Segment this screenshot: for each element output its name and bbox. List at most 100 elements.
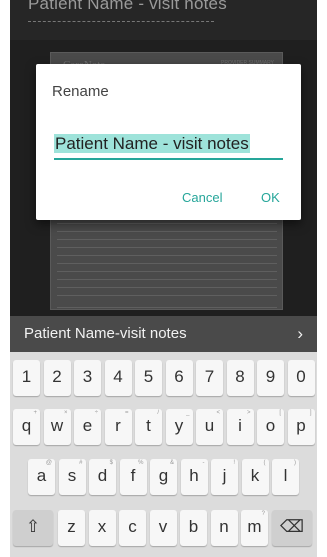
key-c[interactable]: c — [119, 510, 146, 546]
ok-button[interactable]: OK — [261, 190, 280, 205]
key-d[interactable]: d $ — [89, 459, 116, 495]
key-q[interactable]: q + — [13, 409, 40, 445]
key-7[interactable]: 7 — [196, 360, 223, 396]
document-title: Patient Name - visit notes — [28, 0, 227, 13]
key-label: b — [188, 517, 199, 536]
rename-input[interactable]: Patient Name - visit notes — [54, 134, 283, 160]
shift-key[interactable]: ⇧ — [13, 510, 53, 546]
key-label: v — [158, 517, 168, 536]
key-label: r — [115, 416, 121, 435]
key-1[interactable]: 1 — [13, 360, 40, 396]
key-e[interactable]: e ÷ — [74, 409, 101, 445]
input-selected-text: Patient Name - visit notes — [54, 134, 250, 153]
key-label: q — [21, 416, 32, 435]
key-label: a — [36, 466, 47, 485]
key-j[interactable]: j! — [211, 459, 238, 495]
key-label: d — [97, 466, 108, 485]
key-g[interactable]: g & — [150, 459, 177, 495]
key-hint: @ — [45, 460, 52, 466]
key-hint: % — [138, 460, 144, 466]
key-x[interactable]: x — [88, 510, 116, 546]
key-label: n — [219, 517, 229, 536]
key-v[interactable]: v — [149, 510, 177, 546]
key-r[interactable]: r = — [104, 409, 132, 445]
key-label: m — [247, 517, 262, 536]
key-hint: = — [124, 410, 129, 416]
key-z[interactable]: z — [58, 510, 85, 546]
key-hint: _ — [186, 410, 190, 416]
key-hint: × — [63, 410, 68, 416]
key-label: t — [146, 416, 151, 435]
suggestion-bar: Patient Name-visit notes › — [10, 316, 317, 352]
key-s[interactable]: s # — [58, 459, 86, 495]
key-label: z — [67, 517, 76, 536]
key-l[interactable]: l) — [272, 459, 299, 495]
key-label: f — [130, 466, 136, 485]
key-o[interactable]: o[ — [257, 409, 284, 445]
key-label: h — [189, 466, 199, 485]
key-hint: ] — [309, 410, 312, 416]
key-label: l — [283, 466, 288, 485]
key-label: 2 — [52, 367, 62, 386]
key-label: 8 — [235, 367, 245, 386]
key-hint: ? — [261, 511, 265, 517]
key-hint: ! — [233, 460, 235, 466]
key-label: u — [204, 416, 215, 435]
key-4[interactable]: 4 — [104, 360, 132, 396]
keyboard: 1234567890 q + w × e ÷ r = t / y _ u < i > o[p] a @ s # d $ f%… — [10, 352, 317, 557]
key-m[interactable]: m? — [241, 510, 268, 546]
keyboard-row-2: a @ s # d $ f% g & h - j! k(l) — [10, 459, 317, 497]
key-hint: - — [202, 460, 205, 466]
key-u[interactable]: u < — [196, 409, 223, 445]
key-5[interactable]: 5 — [135, 360, 162, 396]
suggestion-item[interactable]: Patient Name-visit notes — [24, 325, 187, 342]
key-0[interactable]: 0 — [287, 360, 315, 396]
key-label: 0 — [296, 367, 306, 386]
backspace-key[interactable]: ⌫ — [272, 510, 312, 546]
key-3[interactable]: 3 — [74, 360, 101, 396]
key-n[interactable]: n — [210, 510, 238, 546]
key-k[interactable]: k( — [241, 459, 269, 495]
key-b[interactable]: b — [180, 510, 207, 546]
key-label: k — [250, 466, 260, 485]
keyboard-number-row: 1 2 3 4 5 6 7 8 9 0 — [10, 360, 317, 398]
key-label: 3 — [82, 367, 93, 386]
key-hint: # — [79, 460, 83, 466]
key-w[interactable]: w × — [43, 409, 71, 445]
title-bar: Patient Name - visit notes — [10, 0, 317, 40]
key-label: ⇧ — [25, 517, 41, 536]
key-9[interactable]: 9 — [257, 360, 284, 396]
key-2[interactable]: 2 — [43, 360, 71, 396]
key-label: c — [128, 517, 137, 536]
key-hint: / — [157, 410, 159, 416]
key-label: ⌫ — [279, 517, 305, 536]
key-8[interactable]: 8 — [226, 360, 254, 396]
phone-screen: Patient Name - visit notes CareNote PROV… — [10, 0, 317, 557]
key-p[interactable]: p] — [287, 409, 315, 445]
keyboard-row-1: q + w × e ÷ r = t / y _ u < i > o[p] — [10, 409, 317, 447]
key-f[interactable]: f% — [119, 459, 147, 495]
title-underline — [28, 21, 214, 22]
key-label: w — [50, 416, 64, 435]
cancel-button[interactable]: Cancel — [182, 190, 222, 205]
key-hint: + — [33, 410, 37, 416]
key-y[interactable]: y _ — [165, 409, 193, 445]
chevron-right-icon[interactable]: › — [297, 324, 303, 344]
key-label: 6 — [174, 367, 184, 386]
key-label: e — [82, 416, 93, 435]
key-6[interactable]: 6 — [165, 360, 193, 396]
key-h[interactable]: h- — [180, 459, 208, 495]
key-hint: < — [216, 410, 220, 416]
key-label: j — [222, 466, 227, 485]
key-label: y — [174, 416, 184, 435]
key-hint: ) — [294, 460, 296, 466]
key-i[interactable]: i > — [226, 409, 254, 445]
key-hint: ( — [263, 460, 266, 466]
keyboard-row-3: ⇧ z x c v b n m? ⌫ — [10, 510, 317, 548]
key-label: i — [238, 416, 242, 435]
key-hint: [ — [279, 410, 281, 416]
key-hint: > — [246, 410, 251, 416]
key-hint: & — [169, 460, 174, 466]
key-a[interactable]: a @ — [28, 459, 55, 495]
key-t[interactable]: t / — [135, 409, 162, 445]
